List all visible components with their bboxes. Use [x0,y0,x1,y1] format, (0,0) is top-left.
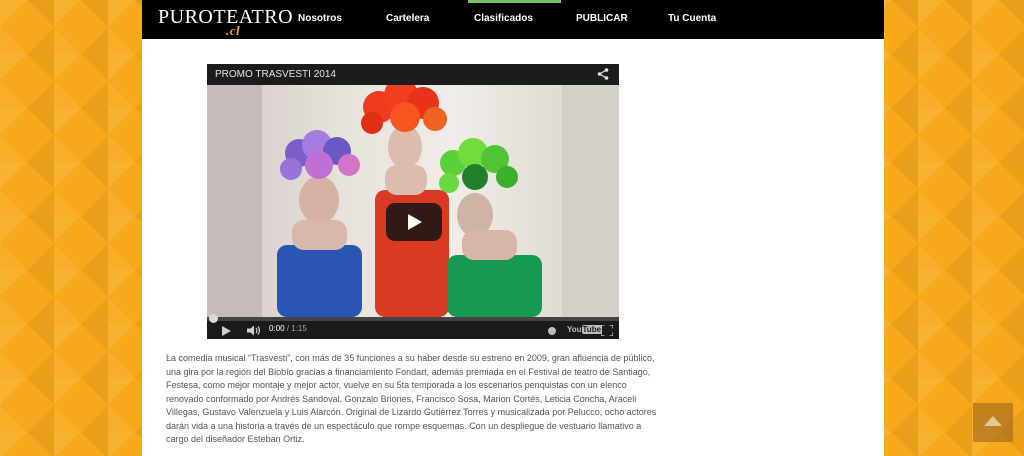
youtube-logo-tube: Tube [581,325,603,334]
nav-item-nosotros[interactable]: Nosotros [298,0,342,39]
nav-item-publicar[interactable]: PUBLICAR [576,0,628,39]
duration: 1:15 [291,324,307,333]
nav-item-cartelera[interactable]: Cartelera [386,0,429,39]
video-title-bar: PROMO TRASVESTI 2014 [207,64,619,85]
progress-bar[interactable] [207,314,619,323]
time-display: 0:00 / 1:15 [269,324,307,333]
current-time: 0:00 [269,324,285,333]
video-controls: 0:00 / 1:15 YouTube [207,314,619,339]
play-icon[interactable] [222,326,231,336]
play-button[interactable] [386,203,442,241]
volume-icon[interactable] [247,325,263,336]
video-thumbnail[interactable] [207,78,619,317]
progress-handle[interactable] [209,314,218,323]
youtube-logo[interactable]: YouTube [567,325,603,334]
back-to-top-button[interactable] [973,403,1013,442]
page-container: PUROTEATRO .cl Nosotros Cartelera Clasif… [142,0,884,456]
fullscreen-icon[interactable] [601,325,613,336]
article-body: La comedia musical “Trasvesti”, con más … [166,353,657,444]
performer-middle [361,78,449,317]
video-title[interactable]: PROMO TRASVESTI 2014 [215,69,336,80]
share-icon[interactable] [597,68,609,80]
site-logo[interactable]: PUROTEATRO .cl [158,6,293,38]
performer-left [277,130,362,317]
performer-right [439,138,542,317]
nav-item-clasificados[interactable]: Clasificados [468,0,561,39]
logo-suffix: .cl [226,23,241,38]
nav-item-tu-cuenta[interactable]: Tu Cuenta [668,0,716,39]
video-scene [207,78,619,317]
top-navbar: PUROTEATRO .cl Nosotros Cartelera Clasif… [142,0,884,39]
youtube-logo-you: You [567,325,582,334]
settings-icon[interactable] [548,327,556,335]
video-player[interactable]: PROMO TRASVESTI 2014 0:00 / 1:15 YouTube [207,64,619,339]
